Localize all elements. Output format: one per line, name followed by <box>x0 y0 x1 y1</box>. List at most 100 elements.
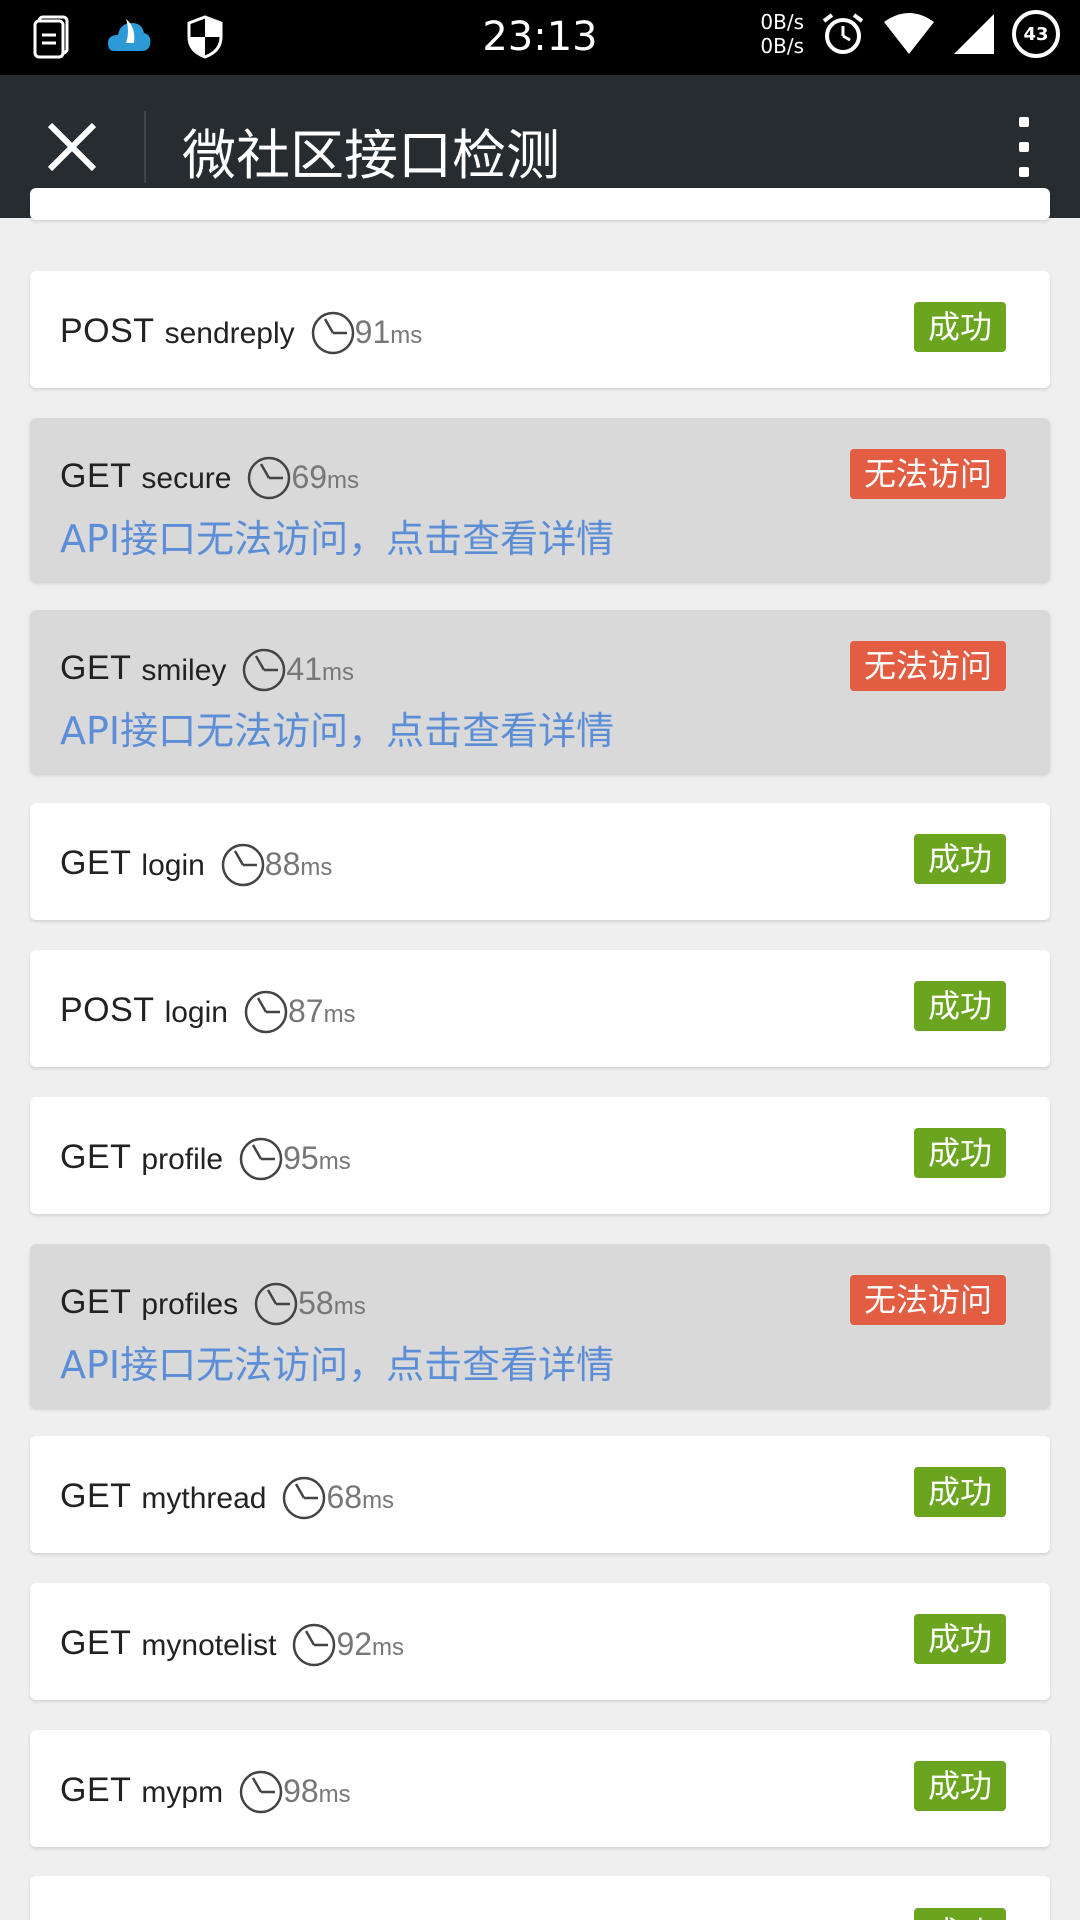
response-time: 95ms <box>283 1140 351 1177</box>
time-unit: ms <box>323 1001 356 1028</box>
net-up-speed: 0B/s <box>760 10 804 34</box>
status-badge: 成功 <box>913 302 1006 352</box>
time-unit: ms <box>372 1634 405 1661</box>
clock-icon <box>254 1282 298 1326</box>
response-time: 98ms <box>283 1773 351 1810</box>
error-detail-link[interactable]: API接口无法访问，点击查看详情 <box>60 700 614 755</box>
time-unit: ms <box>362 1487 395 1514</box>
endpoint-name: mypm <box>141 1776 224 1809</box>
error-detail-link[interactable]: API接口无法访问，点击查看详情 <box>60 508 614 563</box>
http-method: GET <box>60 1477 132 1515</box>
clock-icon <box>311 311 355 355</box>
time-value: 92 <box>336 1626 373 1662</box>
response-time: 87ms <box>288 993 356 1030</box>
endpoint-name: sendreply <box>164 317 295 350</box>
endpoint-name: mythread <box>141 1482 267 1515</box>
time-unit: ms <box>300 854 333 881</box>
list-item[interactable]: GET profile 95ms 成功 <box>30 1097 1050 1214</box>
time-value: 68 <box>326 1479 363 1515</box>
clock-icon <box>292 1623 336 1667</box>
appbar-divider <box>144 111 146 183</box>
status-badge: 成功 <box>913 1128 1006 1178</box>
endpoint-name: profile <box>141 1143 224 1176</box>
time-value: 91 <box>354 314 391 350</box>
status-bar: 23:13 0B/s 0B/s 43 <box>0 0 1080 75</box>
http-method: GET <box>60 1283 132 1321</box>
api-line: GET profile 95ms <box>60 1137 351 1181</box>
http-method: GET <box>60 844 132 882</box>
status-badge: 成功 <box>913 1467 1006 1517</box>
api-line: GET mynotelist 92ms <box>60 1623 404 1667</box>
endpoint-name: login <box>164 996 228 1029</box>
endpoint-name: mynotelist <box>141 1629 277 1662</box>
response-time: 69ms <box>291 459 359 496</box>
list-item[interactable]: GET mynotelist 92ms 成功 <box>30 1583 1050 1700</box>
signal-icon <box>954 14 994 54</box>
http-method: GET <box>60 1138 132 1176</box>
http-method: GET <box>60 649 132 687</box>
api-line: GET mypm 98ms <box>60 1770 351 1814</box>
status-badge: 成功 <box>913 1761 1006 1811</box>
close-button[interactable] <box>40 115 104 179</box>
endpoint-name: smiley <box>141 654 227 687</box>
clock-icon <box>244 990 288 1034</box>
list-item[interactable]: POST sendreply 91ms 成功 <box>30 271 1050 388</box>
list-item[interactable]: GET login 88ms 成功 <box>30 803 1050 920</box>
battery-indicator: 43 <box>1012 10 1060 58</box>
http-method: GET <box>60 1624 132 1662</box>
list-item[interactable]: GET mypm 98ms 成功 <box>30 1730 1050 1847</box>
clock-icon <box>282 1476 326 1520</box>
status-badge: 成功 <box>913 1908 1006 1920</box>
time-value: 58 <box>298 1285 334 1321</box>
endpoint-name: profiles <box>141 1288 239 1321</box>
time-unit: ms <box>333 1293 366 1320</box>
response-time: 68ms <box>326 1479 394 1516</box>
http-method: GET <box>60 457 132 495</box>
list-item[interactable]: POST login 87ms 成功 <box>30 950 1050 1067</box>
time-unit: ms <box>318 1781 351 1808</box>
api-line: GET secure 69ms <box>60 456 359 500</box>
more-menu-button[interactable] <box>1012 117 1036 177</box>
list-item[interactable]: GET smiley 41ms 无法访问 API接口无法访问，点击查看详情 <box>30 610 1050 774</box>
response-time: 58ms <box>298 1285 366 1322</box>
endpoint-name: secure <box>141 462 232 495</box>
api-line: GET login 88ms <box>60 843 333 887</box>
list-item[interactable]: GET profiles 58ms 无法访问 API接口无法访问，点击查看详情 <box>30 1244 1050 1408</box>
response-time: 88ms <box>265 846 333 883</box>
api-line: GET smiley 41ms <box>60 648 354 692</box>
list-item[interactable]: GET secure 69ms 无法访问 API接口无法访问，点击查看详情 <box>30 418 1050 582</box>
time-value: 88 <box>264 846 301 882</box>
response-time: 41ms <box>286 651 354 688</box>
status-badge: 无法访问 <box>849 449 1006 499</box>
http-method: POST <box>60 991 155 1029</box>
error-detail-link[interactable]: API接口无法访问，点击查看详情 <box>60 1334 614 1389</box>
clock-icon <box>239 1137 283 1181</box>
status-badge: 成功 <box>913 1614 1006 1664</box>
status-icons: 0B/s 0B/s 43 <box>760 10 1060 58</box>
http-method: GET <box>60 1771 132 1809</box>
list-item-partial[interactable]: 成功 <box>30 1876 1050 1920</box>
http-method: POST <box>60 312 155 350</box>
wifi-icon <box>884 13 934 54</box>
page-title: 微社区接口检测 <box>182 124 560 187</box>
response-time: 92ms <box>336 1626 404 1663</box>
api-line: GET mythread 68ms <box>60 1476 394 1520</box>
status-badge: 无法访问 <box>849 641 1006 691</box>
dot-icon <box>1019 167 1029 177</box>
time-value: 87 <box>287 993 324 1029</box>
alarm-icon <box>822 13 864 54</box>
api-line: GET profiles 58ms <box>60 1282 366 1326</box>
status-badge: 成功 <box>913 834 1006 884</box>
list-item-partial[interactable] <box>30 188 1050 220</box>
dot-icon <box>1019 117 1029 127</box>
api-line: POST login 87ms <box>60 990 356 1034</box>
time-value: 95 <box>283 1140 319 1176</box>
time-value: 69 <box>291 459 328 495</box>
api-line: POST sendreply 91ms <box>60 311 422 355</box>
status-badge: 成功 <box>913 981 1006 1031</box>
close-icon <box>47 122 97 172</box>
dot-icon <box>1019 142 1029 152</box>
time-unit: ms <box>322 659 355 686</box>
clock-icon <box>239 1770 283 1814</box>
list-item[interactable]: GET mythread 68ms 成功 <box>30 1436 1050 1553</box>
